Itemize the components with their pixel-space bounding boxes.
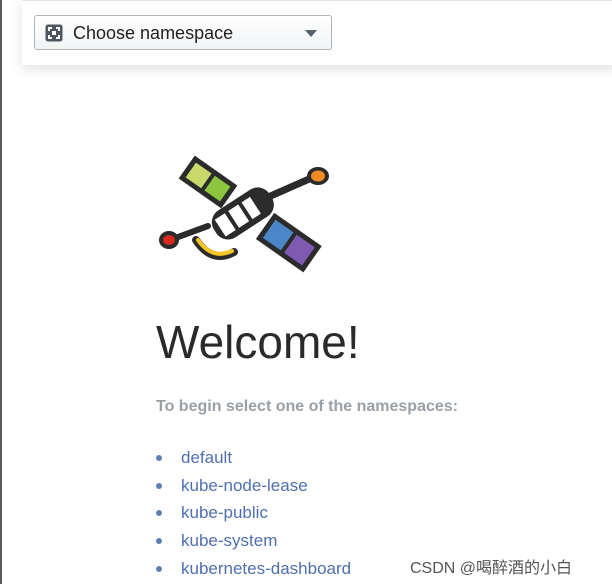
namespace-select[interactable]: Choose namespace: [34, 15, 332, 50]
namespace-link-kube-system[interactable]: kube-system: [181, 531, 277, 550]
window-edge: [0, 0, 2, 584]
namespace-list-item: kubernetes-dashboard: [156, 557, 351, 584]
bullet: [156, 565, 162, 572]
namespace-icon: [45, 24, 63, 42]
namespace-list-item: default: [156, 446, 351, 474]
namespace-link-kubernetes-dashboard[interactable]: kubernetes-dashboard: [181, 559, 351, 578]
bullet: [156, 482, 162, 489]
satellite-logo: [159, 155, 329, 273]
bullet: [156, 510, 162, 517]
bullet: [156, 538, 162, 545]
watermark: CSDN @喝醉酒的小白: [410, 560, 573, 577]
namespace-select-label: Choose namespace: [73, 23, 234, 43]
top-bar: Choose namespace: [22, 0, 612, 65]
namespace-list-item: kube-public: [156, 501, 351, 529]
chevron-down-icon: [305, 30, 317, 37]
namespace-list-item: kube-system: [156, 529, 351, 557]
namespace-list: default kube-node-lease kube-public kube…: [156, 446, 351, 584]
intro-text: To begin select one of the namespaces:: [156, 398, 458, 415]
page-title: Welcome!: [156, 316, 360, 368]
namespace-link-default[interactable]: default: [181, 448, 232, 467]
namespace-link-kube-public[interactable]: kube-public: [181, 503, 268, 522]
namespace-link-kube-node-lease[interactable]: kube-node-lease: [181, 476, 308, 495]
page: Choose namespace Welcome! To begin selec…: [0, 0, 612, 584]
bullet: [156, 455, 162, 461]
namespace-list-item: kube-node-lease: [156, 474, 351, 502]
